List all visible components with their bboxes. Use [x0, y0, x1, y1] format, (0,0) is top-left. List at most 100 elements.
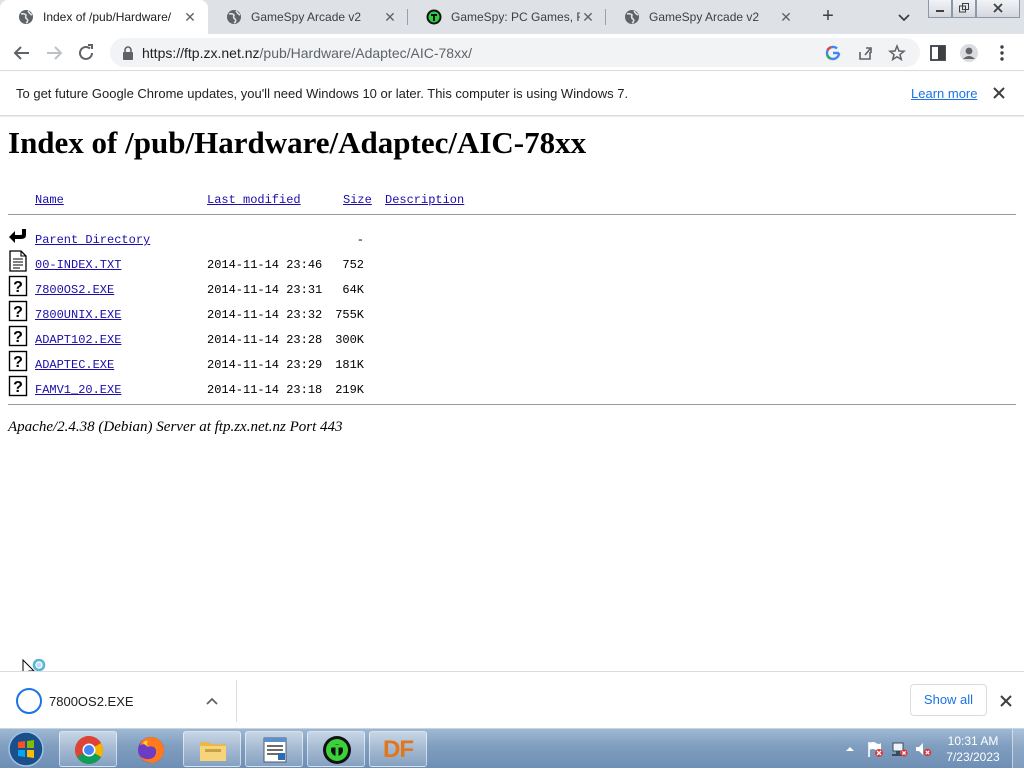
start-button-icon[interactable] [4, 730, 48, 768]
close-tab-icon[interactable]: ✕ [182, 9, 198, 25]
name-column-header[interactable]: Name [35, 193, 64, 207]
parent-directory-link[interactable]: Parent Directory [35, 233, 150, 247]
learn-more-link[interactable]: Learn more [911, 86, 977, 101]
table-row: ? 7800OS2.EXE 2014-11-14 23:31 64K [0, 275, 1024, 308]
lock-icon[interactable] [122, 46, 134, 60]
server-signature: Apache/2.4.38 (Debian) Server at ftp.zx.… [8, 419, 343, 435]
clock-date: 7/23/2023 [946, 750, 1000, 764]
kebab-menu-icon[interactable] [992, 43, 1012, 63]
taskbar-explorer[interactable] [183, 731, 241, 767]
tab-4[interactable]: GameSpy Arcade v2 ✕ [606, 0, 804, 34]
download-progress-icon [16, 688, 42, 714]
file-date: 2014-11-14 23:31 [207, 283, 323, 297]
share-icon[interactable] [856, 44, 874, 62]
svg-text:?: ? [13, 329, 23, 346]
reload-icon[interactable] [75, 42, 97, 64]
forward-icon[interactable] [43, 42, 65, 64]
url-path: /pub/Hardware/Adaptec/AIC-78xx/ [259, 45, 472, 61]
taskbar-firefox[interactable] [121, 731, 179, 767]
back-arrow-icon [9, 229, 26, 243]
close-tab-icon[interactable]: ✕ [580, 9, 596, 25]
file-link[interactable]: 00-INDEX.TXT [35, 258, 121, 272]
chrome-icon [75, 736, 103, 764]
update-infobar: To get future Google Chrome updates, you… [0, 72, 1024, 116]
divider [236, 680, 237, 722]
tab-title: GameSpy: PC Games, Rev [451, 10, 580, 24]
browser-toolbar: https://ftp.zx.net.nz/pub/Hardware/Adapt… [0, 34, 1024, 71]
size-column-header[interactable]: Size [343, 193, 372, 207]
back-icon[interactable] [11, 42, 33, 64]
network-icon[interactable] [890, 740, 908, 758]
globe-icon [227, 10, 241, 24]
show-all-button[interactable]: Show all [910, 684, 987, 716]
tab-2[interactable]: GameSpy Arcade v2 ✕ [208, 0, 408, 34]
taskbar-chrome[interactable] [59, 731, 117, 767]
action-center-flag-icon[interactable] [866, 740, 884, 758]
file-size: - [356, 233, 364, 247]
unknown-file-icon: ? [8, 325, 28, 347]
restore-button[interactable] [952, 0, 976, 18]
unknown-file-icon: ? [8, 300, 28, 322]
profile-avatar-icon[interactable] [959, 43, 979, 63]
unknown-file-icon: ? [8, 275, 28, 297]
close-tab-icon[interactable]: ✕ [778, 9, 794, 25]
divider [8, 404, 1016, 405]
file-link[interactable]: ADAPTEC.EXE [35, 358, 114, 372]
globe-icon [625, 10, 639, 24]
address-bar[interactable]: https://ftp.zx.net.nz/pub/Hardware/Adapt… [110, 38, 920, 67]
file-size: 181K [335, 358, 364, 372]
tab-search-chevron-icon[interactable] [894, 8, 914, 26]
table-row: 00-INDEX.TXT 2014-11-14 23:46 752 [0, 250, 1024, 283]
folder-icon [200, 742, 226, 761]
file-link[interactable]: ADAPT102.EXE [35, 333, 121, 347]
unknown-file-icon: ? [8, 375, 28, 397]
tab-1[interactable]: Index of /pub/Hardware/ ✕ [0, 0, 208, 34]
close-tab-icon[interactable]: ✕ [382, 9, 398, 25]
show-hidden-icons-chevron-icon[interactable] [844, 743, 856, 755]
file-link[interactable]: 7800OS2.EXE [35, 283, 114, 297]
taskbar-notepad[interactable] [245, 731, 303, 767]
google-lens-icon[interactable] [824, 44, 842, 62]
unknown-file-icon: ? [8, 350, 28, 372]
tab-title: GameSpy Arcade v2 [251, 10, 362, 24]
close-icon[interactable] [991, 85, 1007, 101]
file-date: 2014-11-14 23:32 [207, 308, 323, 322]
file-date: 2014-11-14 23:18 [207, 383, 323, 397]
taskbar-gamespy[interactable] [307, 731, 365, 767]
new-tab-button[interactable]: + [816, 5, 840, 29]
table-row: ? ADAPTEC.EXE 2014-11-14 23:29 181K [0, 350, 1024, 383]
minimize-button[interactable] [928, 0, 952, 18]
file-link[interactable]: FAMV1_20.EXE [35, 383, 121, 397]
file-link[interactable]: 7800UNIX.EXE [35, 308, 121, 322]
bookmark-star-icon[interactable] [888, 44, 906, 62]
table-row: Parent Directory - [0, 229, 1024, 258]
download-filename[interactable]: 7800OS2.EXE [49, 694, 134, 709]
df-icon: DF [383, 736, 414, 763]
file-size: 64K [342, 283, 364, 297]
file-date: 2014-11-14 23:29 [207, 358, 323, 372]
taskbar-df[interactable]: DF [369, 731, 427, 767]
firefox-icon [138, 737, 164, 763]
globe-icon [19, 10, 33, 24]
chevron-up-icon[interactable] [205, 694, 219, 708]
last-modified-column-header[interactable]: Last modified [207, 193, 301, 207]
windows-taskbar: DF 10:31 AM 7/23/2023 [0, 728, 1024, 769]
close-window-button[interactable] [976, 0, 1020, 18]
svg-text:?: ? [13, 304, 23, 321]
volume-muted-icon[interactable] [914, 740, 932, 758]
show-desktop-button[interactable] [1012, 729, 1024, 769]
file-date: 2014-11-14 23:28 [207, 333, 323, 347]
svg-text:?: ? [13, 279, 23, 296]
url-text[interactable]: https://ftp.zx.net.nz/pub/Hardware/Adapt… [142, 45, 472, 61]
system-clock[interactable]: 10:31 AM 7/23/2023 [940, 733, 1006, 765]
svg-text:?: ? [13, 379, 23, 396]
file-size: 755K [335, 308, 364, 322]
close-icon[interactable] [998, 693, 1014, 709]
tab-3[interactable]: GameSpy: PC Games, Rev ✕ [408, 0, 606, 34]
description-column-header[interactable]: Description [385, 193, 464, 207]
notepad-icon [263, 737, 287, 763]
side-panel-icon[interactable] [928, 43, 948, 63]
table-row: ? 7800UNIX.EXE 2014-11-14 23:32 755K [0, 300, 1024, 333]
tab-title: GameSpy Arcade v2 [649, 10, 760, 24]
tab-strip: Index of /pub/Hardware/ ✕ GameSpy Arcade… [0, 0, 1024, 34]
